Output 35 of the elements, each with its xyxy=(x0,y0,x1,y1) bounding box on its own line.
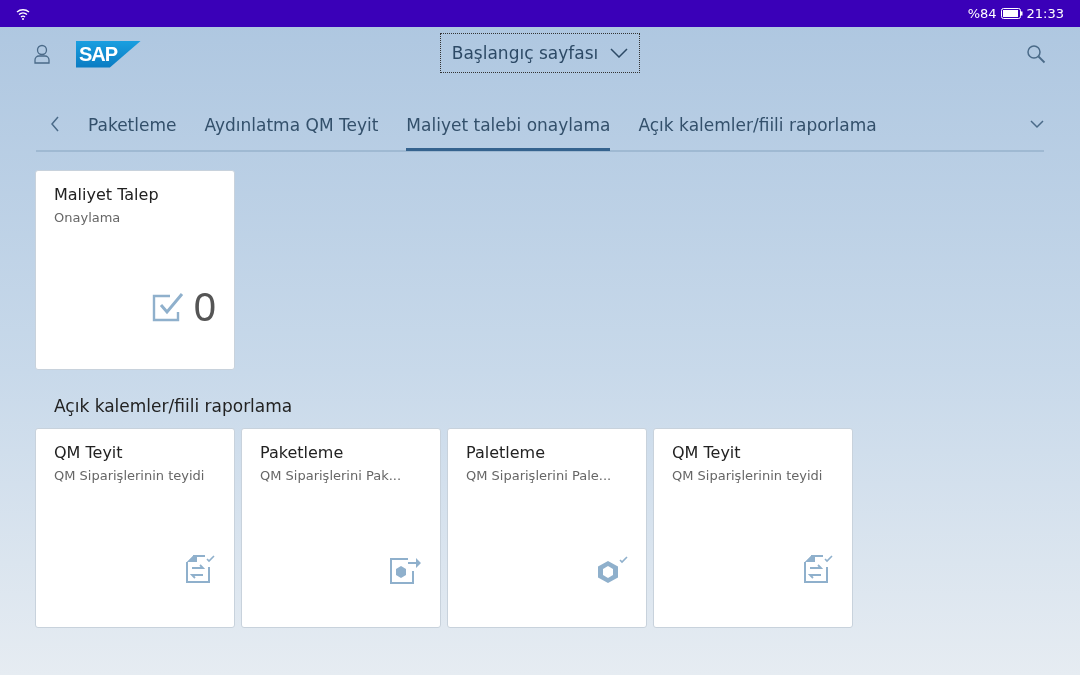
tab[interactable]: Paketleme xyxy=(88,99,177,151)
tile-title: QM Teyit xyxy=(672,443,742,462)
tab[interactable]: Aydınlatma QM Teyit xyxy=(204,99,379,151)
tile-subtitle: QM Siparişlerinin teyidi xyxy=(54,468,206,483)
tile-count: 0 xyxy=(193,287,216,327)
tile-title: Maliyet Talep xyxy=(54,185,160,204)
tile-title: Paketleme xyxy=(260,443,345,462)
chevron-left-icon[interactable] xyxy=(50,116,60,132)
app-tile[interactable]: QM Teyit QM Siparişlerinin teyidi xyxy=(653,428,853,628)
checkbox-check-icon xyxy=(151,292,184,322)
tile-subtitle: QM Siparişlerini Pale... xyxy=(466,468,613,483)
app-tile[interactable]: Paketleme QM Siparişlerini Pak... xyxy=(241,428,441,628)
tile-title: Paletleme xyxy=(466,443,546,462)
user-icon[interactable] xyxy=(34,44,50,64)
battery-icon xyxy=(1000,8,1023,19)
tile-subtitle: Onaylama xyxy=(54,210,122,225)
app-tile[interactable]: Paletleme QM Siparişlerini Pale... xyxy=(447,428,647,628)
chevron-down-icon xyxy=(610,48,629,58)
app-tile[interactable]: QM Teyit QM Siparişlerinin teyidi xyxy=(35,428,235,628)
search-icon[interactable] xyxy=(1026,44,1046,64)
tab[interactable]: Maliyet talebi onaylama xyxy=(406,99,611,151)
chevron-down-icon[interactable] xyxy=(1030,119,1044,129)
document-transfer-icon xyxy=(184,553,216,585)
tile-subtitle: QM Siparişlerinin teyidi xyxy=(672,468,824,483)
clock: 21:33 xyxy=(1026,6,1064,21)
tile-subtitle: QM Siparişlerini Pak... xyxy=(260,468,403,483)
logo: SAP xyxy=(76,40,142,68)
home-dropdown[interactable]: Başlangıç sayfası xyxy=(440,33,640,73)
document-transfer-icon xyxy=(802,553,834,585)
tab[interactable]: Açık kalemler/fiili raporlama xyxy=(638,99,877,151)
app-tile[interactable]: Maliyet Talep Onaylama 0 xyxy=(35,170,235,370)
tile-title: QM Teyit xyxy=(54,443,124,462)
wifi-icon xyxy=(16,7,30,20)
battery-percent: %84 xyxy=(967,6,997,21)
group-title: Açık kalemler/fiili raporlama xyxy=(54,396,294,416)
